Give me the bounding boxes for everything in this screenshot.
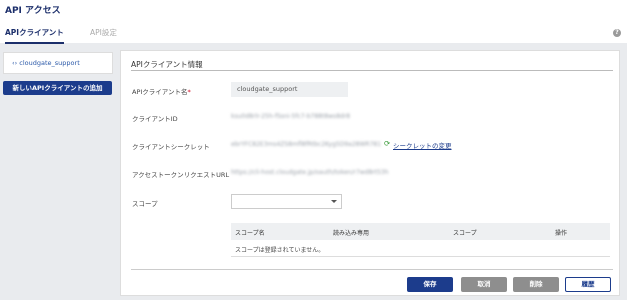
client-secret-value: ebrYFC82E3ms4ZS8mfl8fRtbc2Kyg5D9a28WR781 (231, 141, 382, 148)
delete-button[interactable]: 削除 (513, 277, 559, 292)
scope-select[interactable] (231, 194, 342, 209)
sidebar-item-label: cloudgate_support (19, 59, 80, 67)
client-name-label: APIクライアント名* (132, 88, 191, 96)
tab-api-settings[interactable]: API設定 (90, 27, 117, 38)
section-title: APIクライアント情報 (131, 60, 203, 69)
column-header-read-only: 読み込み専用 (333, 230, 370, 237)
sidebar-client-list: ‹› cloudgate_support (3, 52, 113, 74)
client-name-field[interactable]: cloudgate_support (231, 82, 348, 97)
client-info-panel: APIクライアント情報 APIクライアント名* cloudgate_suppor… (120, 50, 620, 296)
client-id-label: クライアントID (132, 115, 178, 123)
code-icon: ‹› (12, 59, 18, 67)
chevron-down-icon (331, 200, 337, 203)
cancel-button[interactable]: 取消 (461, 277, 507, 292)
history-button[interactable]: 履歴 (565, 277, 611, 292)
column-header-scope: スコープ (453, 230, 477, 237)
page-header: API アクセス APIクライアント API設定 ? (0, 0, 627, 44)
section-divider (131, 70, 613, 71)
client-secret-label: クライアントシークレット (132, 143, 210, 151)
add-api-client-button[interactable]: 新しいAPIクライアントの追加 (3, 81, 112, 95)
page-title: API アクセス (5, 6, 61, 16)
save-button[interactable]: 保存 (407, 277, 453, 292)
scope-label: スコープ (132, 200, 158, 208)
required-mark: * (187, 88, 191, 96)
help-icon[interactable]: ? (613, 29, 621, 37)
empty-message: スコープは登録されていません。 (235, 247, 325, 254)
token-url-value: https://cli-host.cloudgate.jp/oauth/toke… (231, 169, 389, 176)
table-header: スコープ名 読み込み専用 スコープ 操作 (231, 223, 610, 240)
scope-table: スコープ名 読み込み専用 スコープ 操作 スコープは登録されていません。 (231, 223, 610, 257)
token-url-label: アクセストークンリクエストURL (132, 171, 230, 179)
client-id-value: ksu0d8rlr-25h-fSsni-5fc7-b788t8ws8dr8 (231, 113, 351, 120)
actions-divider (131, 269, 613, 270)
column-header-actions: 操作 (555, 230, 568, 237)
sidebar-item-cloudgate-support[interactable]: ‹› cloudgate_support (12, 59, 80, 67)
tab-api-client[interactable]: APIクライアント (5, 27, 64, 44)
column-header-scope-name: スコープ名 (235, 230, 265, 237)
change-secret-link[interactable]: シークレットの変更 (393, 140, 452, 150)
refresh-icon[interactable]: ⟳ (384, 140, 390, 148)
table-row: スコープは登録されていません。 (231, 240, 610, 257)
